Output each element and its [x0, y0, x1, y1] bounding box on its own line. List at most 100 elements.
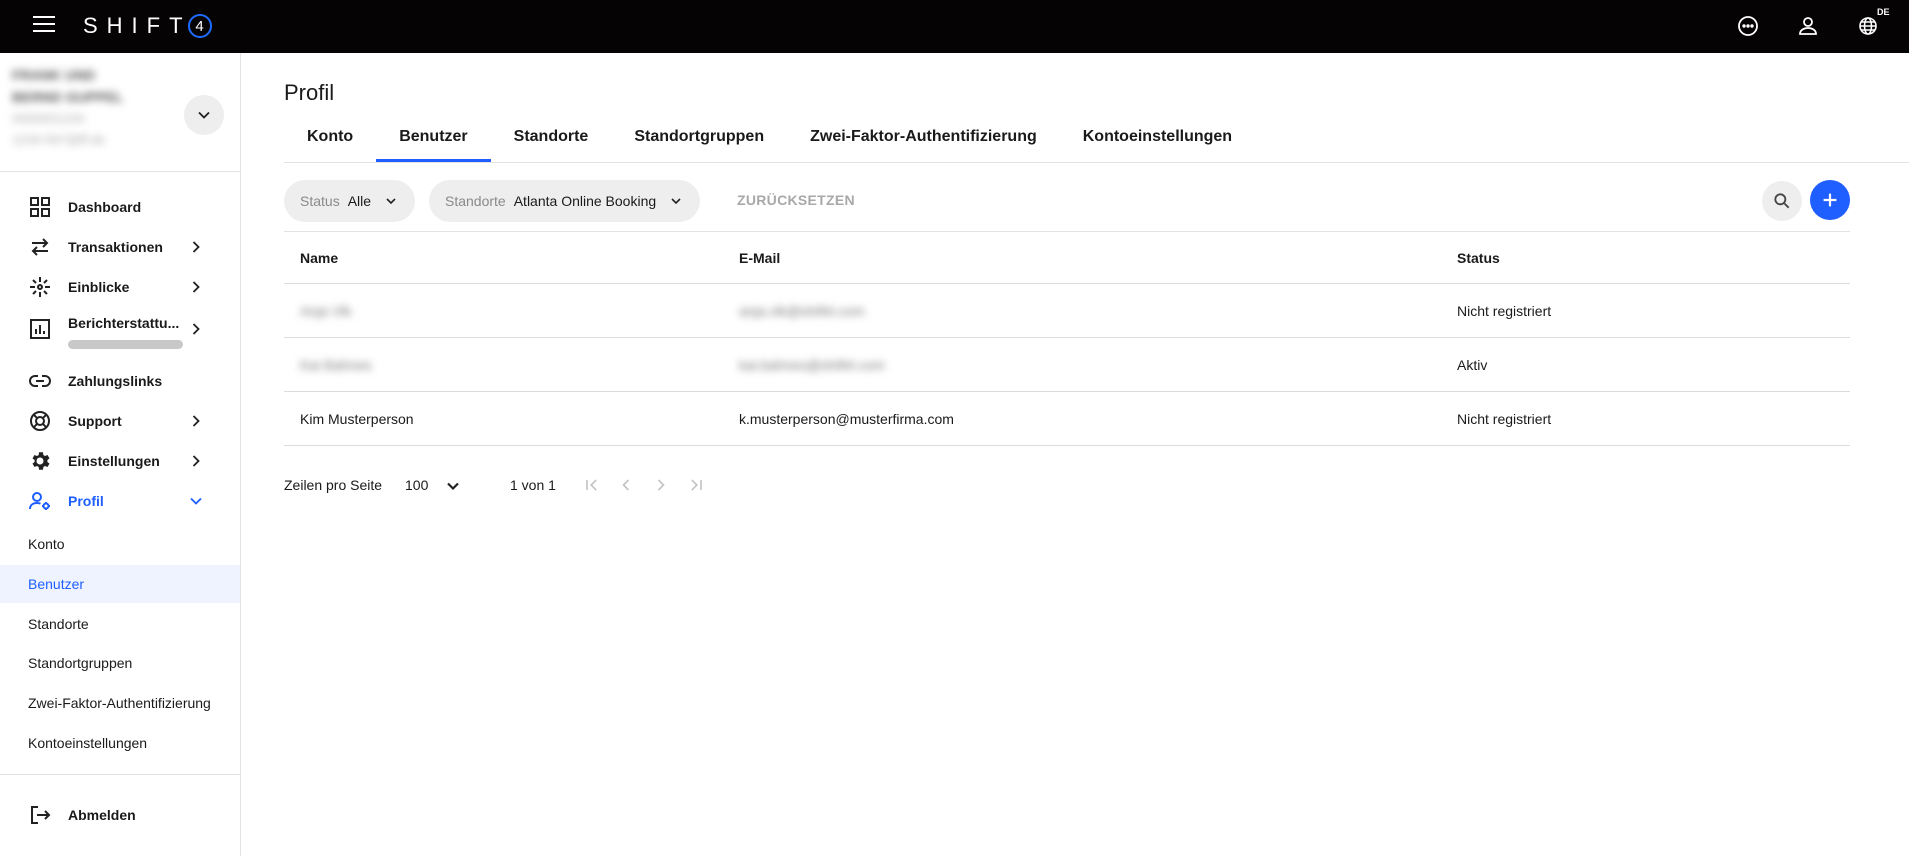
chevron-right-icon — [186, 237, 206, 257]
nav-einblicke[interactable]: Einblicke — [0, 267, 240, 307]
chevron-down-icon — [198, 111, 210, 119]
page-title: Profil — [284, 80, 335, 105]
account-name-line1: FRANK UND — [12, 67, 96, 83]
filter-value: Atlanta Online Booking — [513, 193, 657, 209]
loading-bar — [68, 340, 183, 349]
tab-standorte[interactable]: Standorte — [491, 120, 612, 162]
rows-per-page-label: Zeilen pro Seite — [284, 477, 383, 493]
chevron-down-icon — [671, 198, 681, 205]
chevron-right-icon — [186, 451, 206, 471]
nav-abmelden[interactable]: Abmelden — [0, 795, 240, 835]
sub-item-zwei-faktor[interactable]: Zwei-Faktor-Authentifizierung — [0, 684, 240, 722]
insights-icon — [28, 275, 52, 299]
logout-icon — [28, 803, 52, 827]
profile-tabs: Konto Benutzer Standorte Standortgruppen… — [284, 120, 1255, 162]
account-info: FRANK UND BERND GUPPEL 0000001234 1234-5… — [12, 67, 142, 153]
search-button[interactable] — [1762, 181, 1802, 221]
sidebar: FRANK UND BERND GUPPEL 0000001234 1234-5… — [0, 53, 241, 856]
user-icon[interactable] — [1796, 14, 1820, 38]
sub-item-standorte[interactable]: Standorte — [0, 605, 240, 643]
account-id: 0000001234 — [12, 111, 85, 126]
nav-profil[interactable]: Profil — [0, 481, 240, 521]
user-name: Anja Vlk — [300, 302, 352, 319]
user-status: Aktiv — [1457, 356, 1488, 373]
nav-label: Abmelden — [68, 807, 136, 823]
table-row[interactable]: Kim Musterperson k.musterperson@musterfi… — [284, 392, 1850, 446]
rows-per-page-value[interactable]: 100 — [405, 477, 428, 493]
nav-label: Berichterstattu... — [68, 315, 180, 331]
lifebuoy-icon — [28, 409, 52, 433]
sub-item-standortgruppen[interactable]: Standortgruppen — [0, 644, 240, 682]
first-page-icon[interactable] — [582, 475, 602, 495]
logo-badge: 4 — [187, 14, 212, 38]
tab-zwei-faktor[interactable]: Zwei-Faktor-Authentifizierung — [787, 120, 1060, 162]
account-switcher-button[interactable] — [184, 95, 224, 135]
nav-label: Einblicke — [68, 279, 130, 295]
nav-dashboard[interactable]: Dashboard — [0, 187, 240, 227]
shift4-logo[interactable]: SHIFT 4 — [83, 11, 212, 41]
add-user-button[interactable] — [1810, 180, 1850, 220]
user-name: Kim Musterperson — [300, 410, 414, 427]
filter-label: Standorte — [445, 193, 506, 209]
user-settings-icon — [28, 489, 52, 513]
last-page-icon[interactable] — [686, 475, 706, 495]
standorte-filter[interactable]: Standorte Atlanta Online Booking — [429, 180, 701, 222]
nav-support[interactable]: Support — [0, 401, 240, 441]
nav-label: Transaktionen — [68, 239, 163, 255]
column-header-name[interactable]: Name — [300, 232, 338, 283]
language-badge: DE — [1877, 7, 1890, 17]
plus-icon — [1823, 193, 1837, 207]
sub-item-benutzer[interactable]: Benutzer — [0, 565, 240, 603]
prev-page-icon[interactable] — [616, 475, 636, 495]
tab-standortgruppen[interactable]: Standortgruppen — [611, 120, 787, 162]
dashboard-icon — [28, 195, 52, 219]
column-header-status[interactable]: Status — [1457, 232, 1500, 283]
table-row[interactable]: Kai Bahnes kai.bahnes@shift4.com Aktiv — [284, 338, 1850, 392]
tab-konto[interactable]: Konto — [284, 120, 376, 162]
bar-chart-icon — [28, 317, 52, 341]
tab-kontoeinstellungen[interactable]: Kontoeinstellungen — [1060, 120, 1255, 162]
tab-benutzer[interactable]: Benutzer — [376, 120, 492, 162]
users-table: Name E-Mail Status Anja Vlk anja.vlk@shi… — [284, 231, 1850, 446]
divider — [284, 162, 1909, 163]
search-icon — [1774, 193, 1790, 209]
filter-value: Alle — [347, 193, 372, 209]
page-range: 1 von 1 — [510, 477, 556, 493]
status-filter[interactable]: Status Alle — [284, 180, 416, 222]
column-header-email[interactable]: E-Mail — [739, 232, 780, 283]
sub-item-konto[interactable]: Konto — [0, 525, 240, 563]
nav-transaktionen[interactable]: Transaktionen — [0, 227, 240, 267]
globe-icon[interactable] — [1856, 14, 1880, 38]
nav-einstellungen[interactable]: Einstellungen — [0, 441, 240, 481]
table-row[interactable]: Anja Vlk anja.vlk@shift4.com Nicht regis… — [284, 284, 1850, 338]
nav-label: Support — [68, 413, 122, 429]
chevron-right-icon — [186, 319, 206, 339]
sub-item-kontoeinstellungen[interactable]: Kontoeinstellungen — [0, 724, 240, 762]
user-name: Kai Bahnes — [300, 356, 372, 373]
divider — [0, 774, 240, 775]
divider — [0, 171, 240, 172]
next-page-icon[interactable] — [651, 475, 671, 495]
chevron-down-icon[interactable] — [443, 476, 463, 496]
swap-arrows-icon — [28, 235, 52, 259]
menu-icon[interactable] — [33, 16, 55, 34]
nav-label: Profil — [68, 493, 104, 509]
gear-icon — [28, 449, 52, 473]
user-status: Nicht registriert — [1457, 410, 1552, 427]
account-name-line2: BERND GUPPEL — [12, 89, 124, 105]
nav-label: Zahlungslinks — [68, 373, 163, 389]
chevron-right-icon — [186, 411, 206, 431]
user-email: kai.bahnes@shift4.com — [739, 356, 885, 373]
chat-icon[interactable] — [1736, 14, 1760, 38]
nav-label: Einstellungen — [68, 453, 160, 469]
nav-zahlungslinks[interactable]: Zahlungslinks — [0, 361, 240, 401]
user-status: Nicht registriert — [1457, 302, 1552, 319]
logo-text: SHIFT — [83, 13, 192, 38]
link-icon — [28, 369, 52, 393]
chevron-down-icon — [186, 491, 206, 511]
reset-filters-button[interactable]: ZURÜCKSETZEN — [737, 192, 855, 208]
chevron-right-icon — [186, 277, 206, 297]
nav-label: Dashboard — [68, 199, 142, 215]
chevron-down-icon — [386, 198, 396, 205]
table-header: Name E-Mail Status — [284, 231, 1850, 284]
